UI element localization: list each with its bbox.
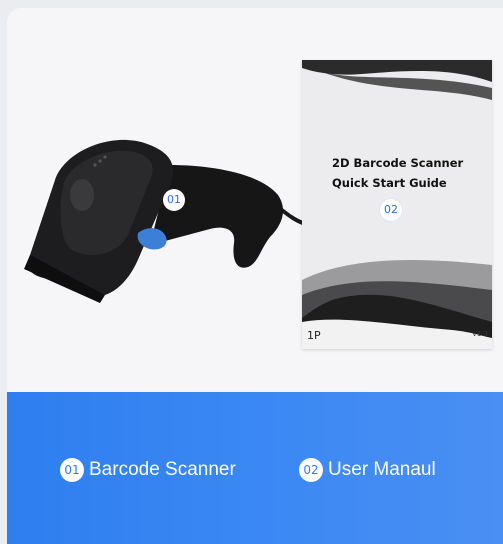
legend-label: User Manaul	[328, 459, 436, 480]
manual-page-number: 1P	[307, 329, 321, 342]
manual-version: V1.3	[472, 330, 488, 338]
legend-label: Barcode Scanner	[89, 459, 236, 480]
legend-number-badge: 01	[60, 458, 84, 482]
manual-title-line-1: 2D Barcode Scanner	[332, 156, 464, 170]
legend-item-user-manual: 02 User Manaul	[299, 457, 436, 483]
manual-title-line-2: Quick Start Guide	[332, 176, 447, 190]
product-package-contents: 01 2D Barcode Scanner Quick Start Guide …	[0, 0, 503, 544]
manual-title: 2D Barcode Scanner Quick Start Guide	[332, 153, 482, 193]
barcode-scanner-illustration	[20, 125, 310, 305]
manual-number-badge: 02	[380, 199, 402, 221]
legend-item-barcode-scanner: 01 Barcode Scanner	[60, 457, 236, 483]
scanner-number-badge: 01	[163, 189, 185, 211]
legend-number-badge: 02	[299, 458, 323, 482]
